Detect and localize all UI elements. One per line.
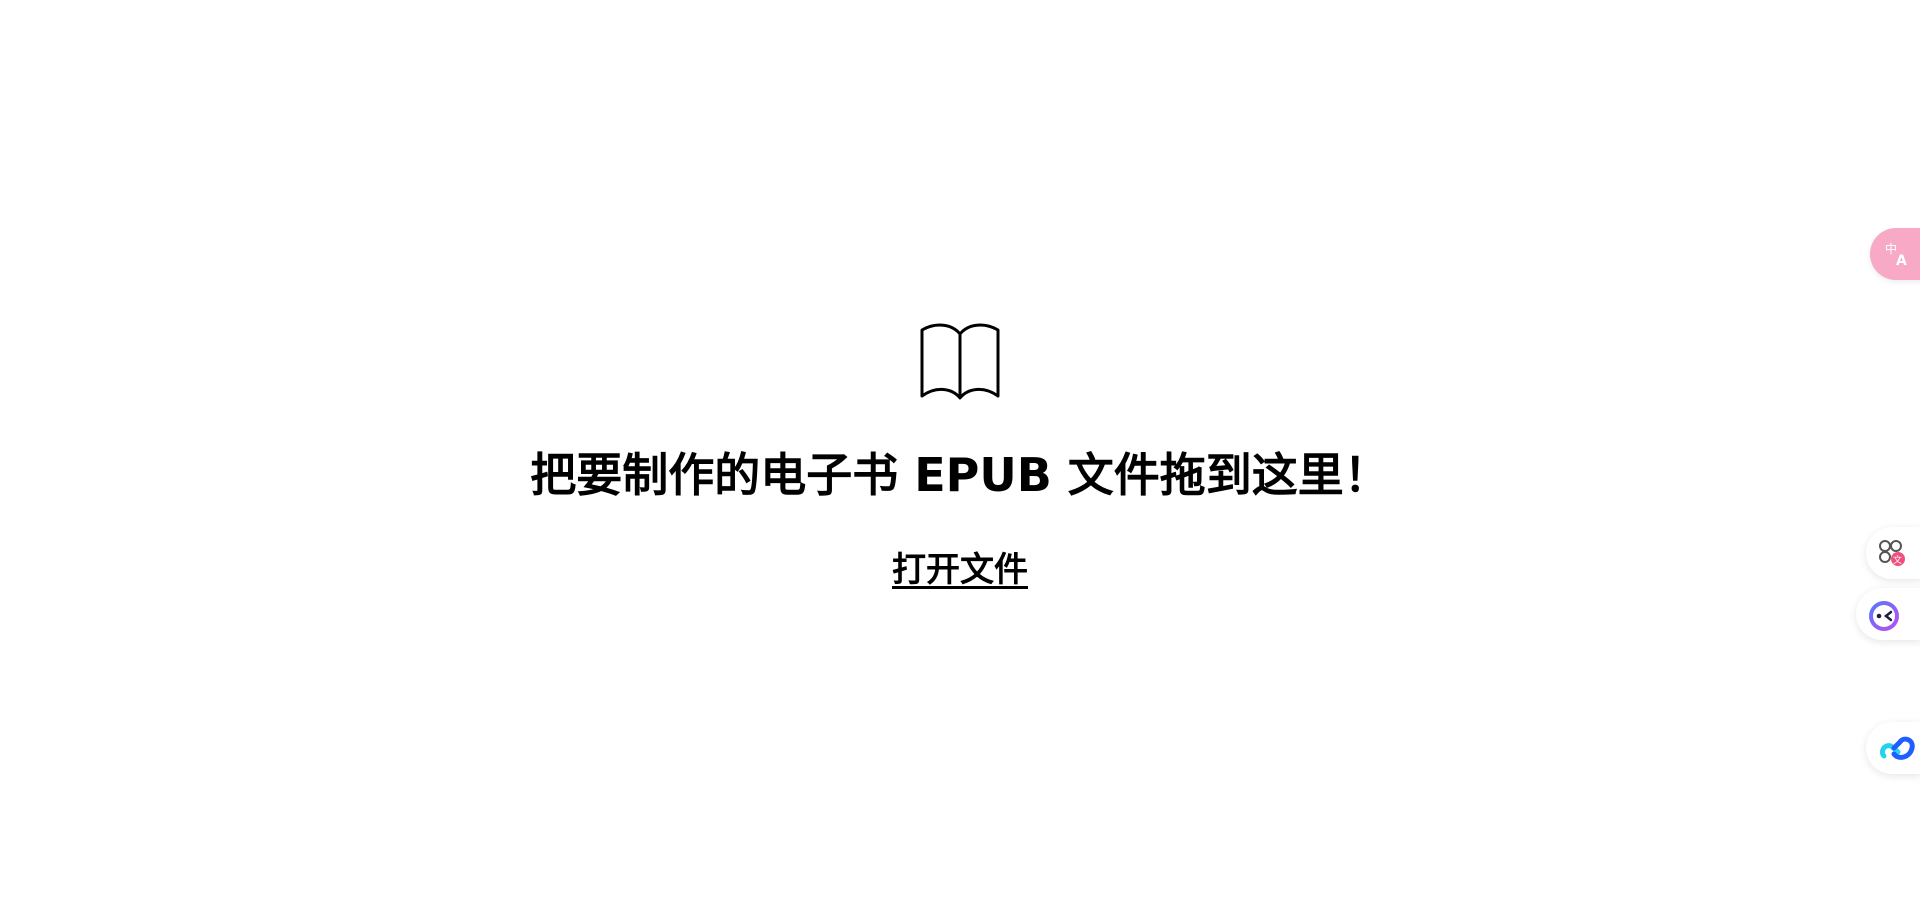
translate-icon: 中 A xyxy=(1885,241,1907,268)
open-file-link-wrapper: 打开文件 xyxy=(0,546,1920,600)
translate-float-button[interactable]: 中 A xyxy=(1870,228,1920,280)
open-book-icon xyxy=(920,323,1000,400)
ai-assistant-float-button[interactable] xyxy=(1856,588,1920,640)
drop-instruction-heading: 把要制作的电子书 EPUB 文件拖到这里！ xyxy=(530,448,1390,502)
open-file-link[interactable]: 打开文件 xyxy=(892,550,1028,590)
svg-text:A: A xyxy=(1896,253,1907,268)
cloud-link-icon xyxy=(1879,736,1915,760)
svg-text:文: 文 xyxy=(1893,554,1902,566)
apps-translate-float-button[interactable]: 文 xyxy=(1866,527,1920,579)
ai-assistant-icon xyxy=(1869,601,1899,631)
epub-drop-page: 把要制作的电子书 EPUB 文件拖到这里！ 打开文件 中 A 文 xyxy=(0,0,1920,903)
cloud-link-float-button[interactable] xyxy=(1866,722,1920,774)
apps-translate-icon: 文 xyxy=(1879,540,1905,566)
